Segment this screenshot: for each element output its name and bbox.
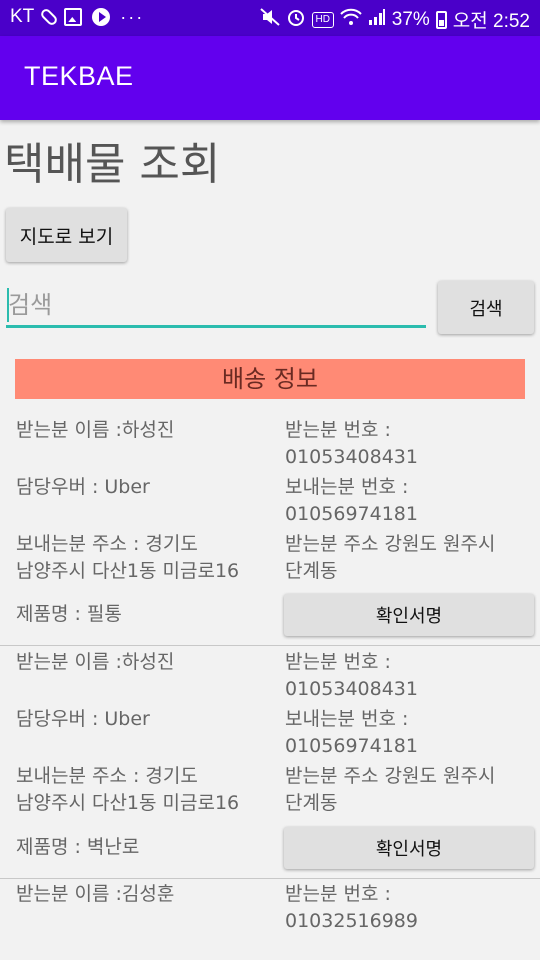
sender-phone: 보내는분 번호 : 01056974181 xyxy=(285,476,418,525)
receiver-name: 받는분 이름 :하성진 xyxy=(16,419,175,441)
wifi-icon xyxy=(340,8,362,32)
receiver-phone: 받는분 번호 : 01032516989 xyxy=(285,883,418,932)
sender-address: 보내는분 주소 : 경기도 남양주시 다산1동 미금로16 xyxy=(16,765,240,814)
sender-phone: 보내는분 번호 : 01056974181 xyxy=(285,708,418,757)
signal-icon xyxy=(368,8,386,32)
search-button[interactable]: 검색 xyxy=(438,281,534,334)
driver: 담당우버 : Uber xyxy=(16,708,150,730)
battery-icon xyxy=(435,10,447,29)
paperclip-icon xyxy=(39,7,60,27)
overflow-indicator: ··· xyxy=(120,6,145,27)
status-bar: KT ··· HD 37% 오전 2:52 xyxy=(0,0,540,36)
battery-percent: 37% xyxy=(391,8,430,30)
receiver-name: 받는분 이름 :김성훈 xyxy=(16,883,175,905)
product-name: 제품명 : 벽난로 xyxy=(16,836,140,858)
carrier-label: KT xyxy=(10,6,35,27)
play-icon xyxy=(92,8,111,26)
receiver-phone: 받는분 번호 : 01053408431 xyxy=(285,419,418,468)
text-cursor xyxy=(7,288,9,322)
search-input[interactable] xyxy=(6,284,426,328)
driver: 담당우버 : Uber xyxy=(16,476,150,498)
product-name: 제품명 : 필통 xyxy=(16,603,122,625)
sender-address: 보내는분 주소 : 경기도 남양주시 다산1동 미금로16 xyxy=(16,533,240,582)
receiver-address: 받는분 주소 강원도 원주시 단계동 xyxy=(285,765,496,814)
mute-icon xyxy=(260,7,280,32)
app-title: TEKBAE xyxy=(24,61,134,91)
image-icon xyxy=(64,8,83,26)
receiver-address: 받는분 주소 강원도 원주시 단계동 xyxy=(285,533,496,582)
confirm-signature-button[interactable]: 확인서명 xyxy=(284,827,534,869)
app-bar: TEKBAE xyxy=(0,36,540,120)
page-title: 택배물 조회 xyxy=(4,139,221,190)
clock: 오전 2:52 xyxy=(452,11,530,32)
hd-icon: HD xyxy=(311,11,334,28)
receiver-name: 받는분 이름 :하성진 xyxy=(16,651,175,673)
divider xyxy=(0,878,540,879)
section-header: 배송 정보 xyxy=(15,359,525,399)
confirm-signature-button[interactable]: 확인서명 xyxy=(284,594,534,636)
receiver-phone: 받는분 번호 : 01053408431 xyxy=(285,651,418,700)
divider xyxy=(0,645,540,646)
view-on-map-button[interactable]: 지도로 보기 xyxy=(6,208,127,262)
alarm-icon xyxy=(286,7,306,33)
